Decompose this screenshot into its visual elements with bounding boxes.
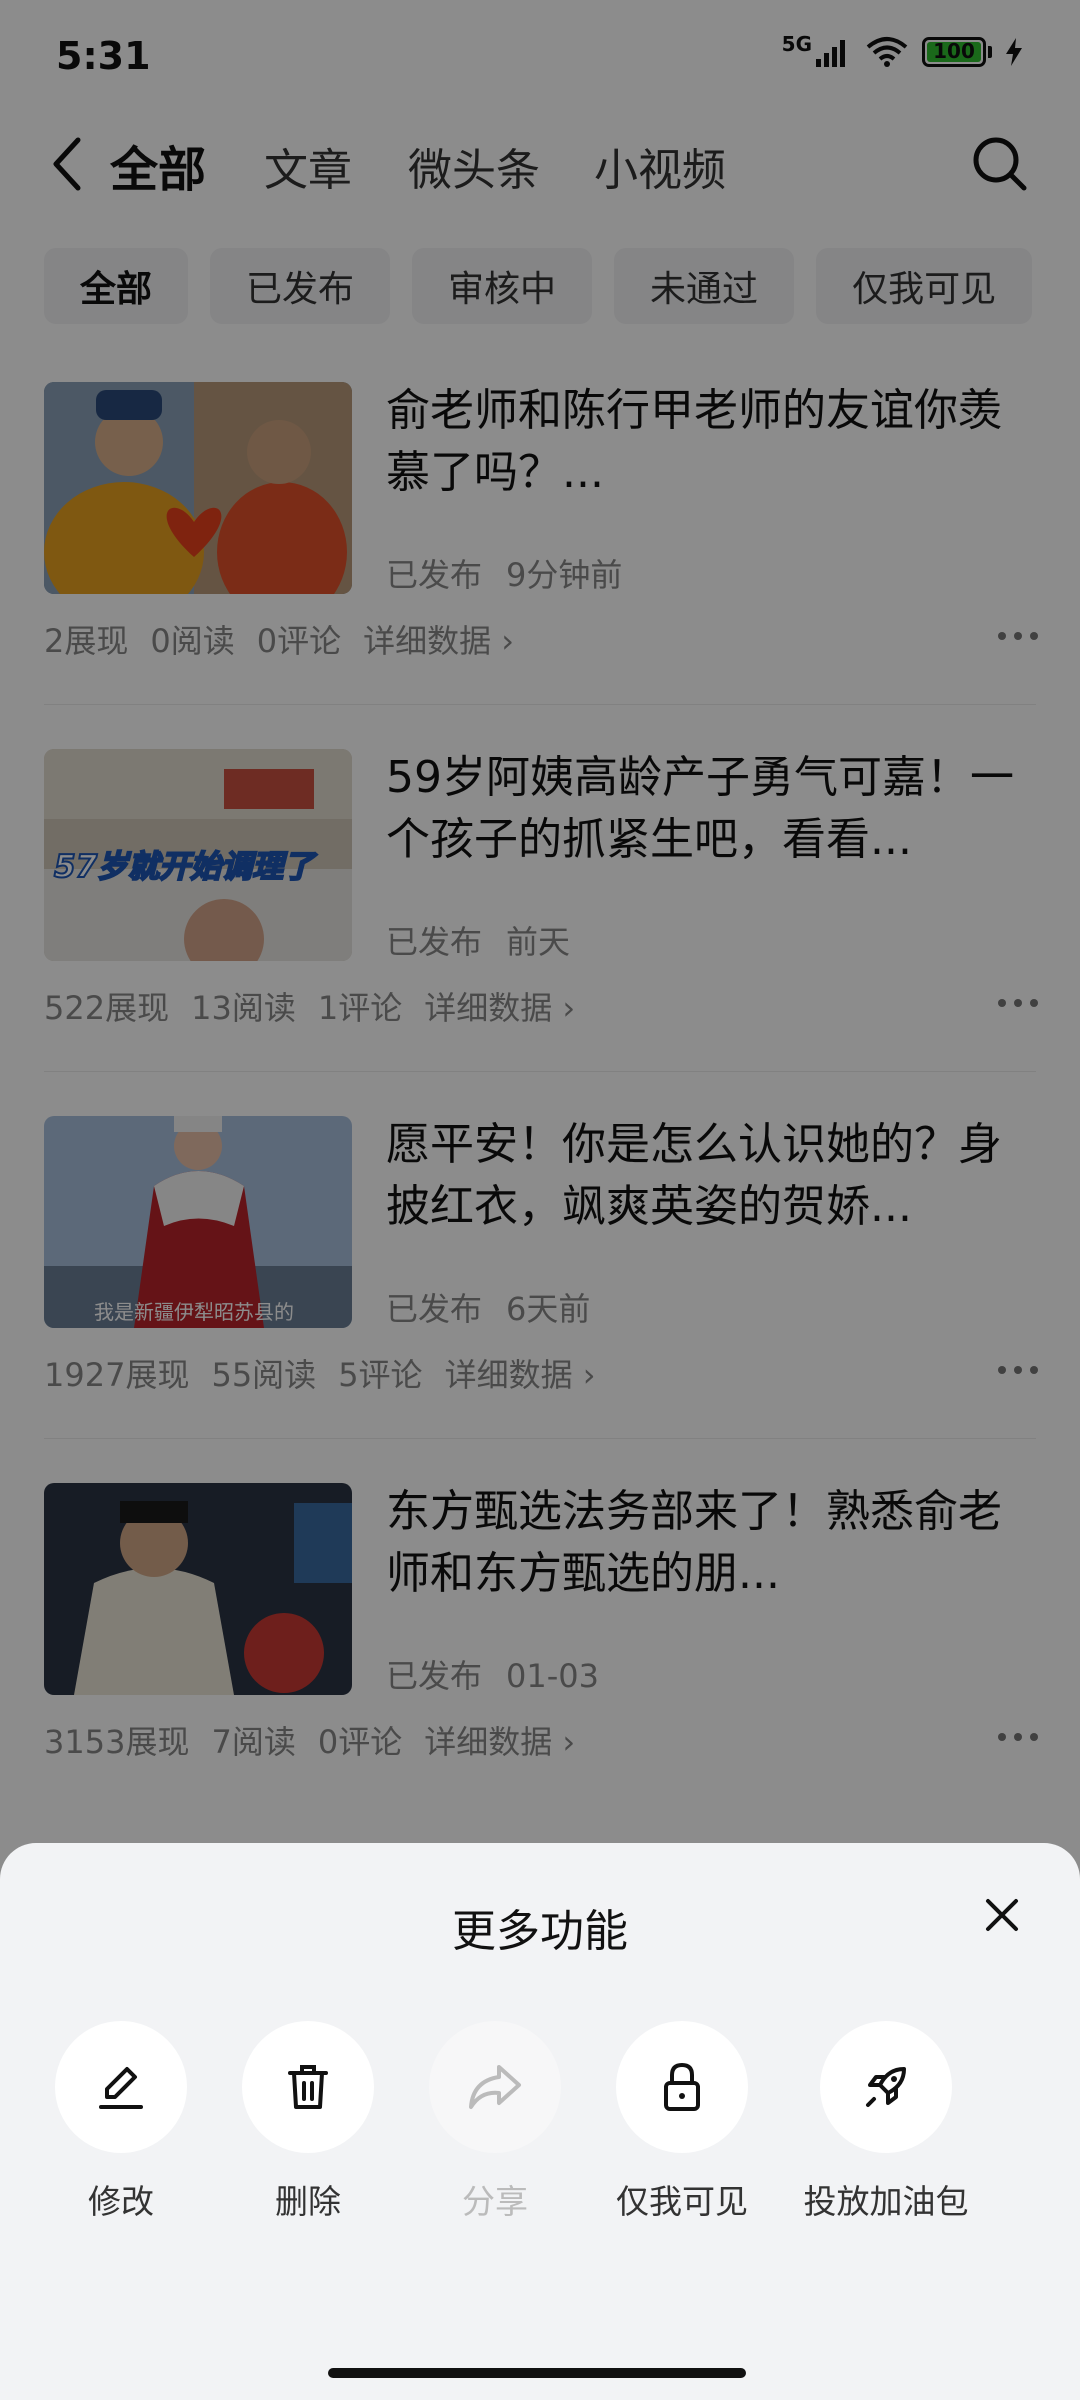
- more-functions-sheet: 更多功能 修改 删除 分享 仅我可见 投放加油包: [0, 1843, 1080, 2400]
- share-button[interactable]: 分享: [395, 2021, 595, 2223]
- delete-circle[interactable]: [242, 2021, 374, 2153]
- share-icon: [469, 2065, 521, 2109]
- boost-circle[interactable]: [820, 2021, 952, 2153]
- trash-icon: [288, 2065, 328, 2109]
- boost-label: 投放加油包: [803, 2182, 969, 2221]
- rocket-icon: [866, 2067, 906, 2107]
- delete-button[interactable]: 删除: [208, 2021, 408, 2223]
- private-circle[interactable]: [616, 2021, 748, 2153]
- share-circle[interactable]: [429, 2021, 561, 2153]
- sheet-title: 更多功能: [452, 1906, 628, 1957]
- close-icon[interactable]: [982, 1895, 1022, 1935]
- edit-label: 修改: [88, 2182, 154, 2221]
- home-indicator-bar[interactable]: [328, 2368, 746, 2378]
- boost-button[interactable]: 投放加油包: [786, 2021, 986, 2223]
- edit-circle[interactable]: [55, 2021, 187, 2153]
- delete-label: 删除: [275, 2182, 341, 2221]
- share-label: 分享: [462, 2182, 528, 2221]
- private-label: 仅我可见: [616, 2182, 748, 2221]
- edit-button[interactable]: 修改: [21, 2021, 221, 2223]
- private-button[interactable]: 仅我可见: [582, 2021, 782, 2223]
- edit-icon: [99, 2067, 143, 2109]
- lock-icon: [664, 2062, 700, 2111]
